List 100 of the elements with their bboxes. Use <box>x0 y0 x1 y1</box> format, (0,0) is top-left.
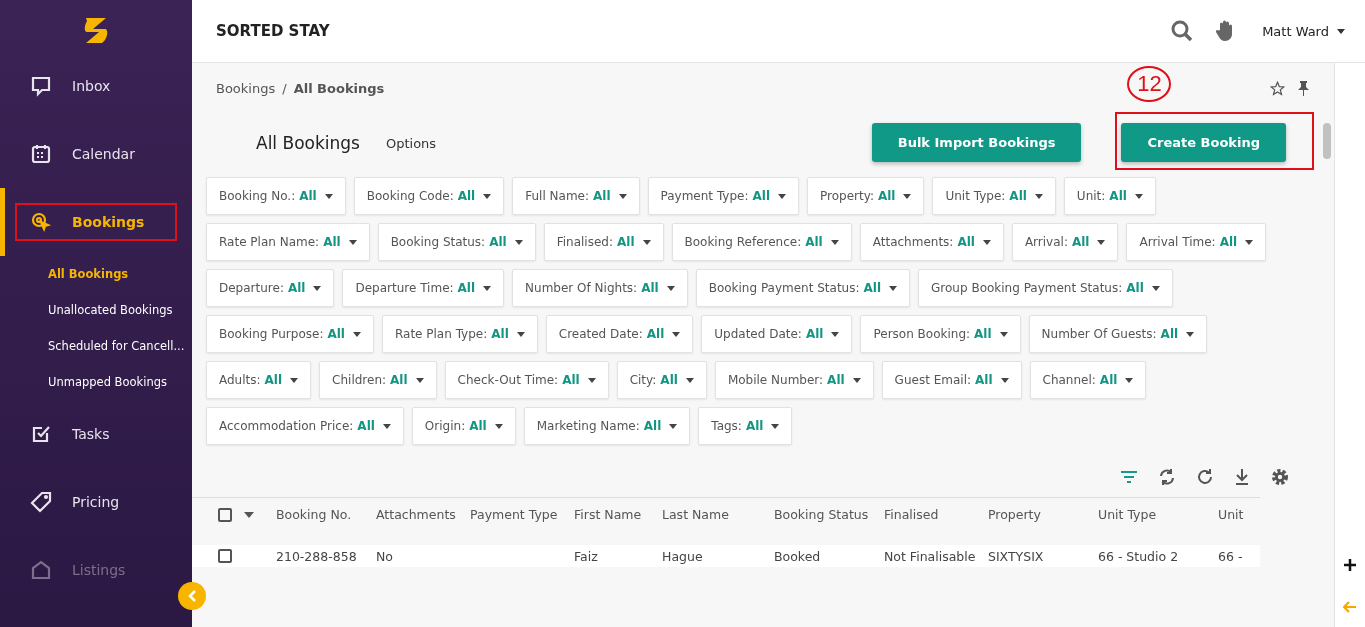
filter-dropdown[interactable]: Created Date: All <box>545 315 694 353</box>
nav-item[interactable]: Pricing <box>0 468 192 536</box>
filter-dropdown[interactable]: Booking Payment Status: All <box>695 269 911 307</box>
filter-dropdown[interactable]: Mobile Number: All <box>714 361 874 399</box>
filter-dropdown[interactable]: Unit: All <box>1063 177 1156 215</box>
column-header[interactable]: Unit Type <box>1098 507 1218 522</box>
caret-icon <box>516 331 525 337</box>
caret-icon <box>618 193 627 199</box>
action-button[interactable]: Bulk Import Bookings <box>871 123 1082 162</box>
filter-dropdown[interactable]: Payment Type: All <box>647 177 799 215</box>
filter-dropdown[interactable]: Person Booking: All <box>860 315 1021 353</box>
filter-dropdown[interactable]: Origin: All <box>411 407 516 445</box>
caret-icon <box>903 193 912 199</box>
filter-dropdown[interactable]: Booking No.: All <box>206 177 346 215</box>
filter-dropdown[interactable]: Booking Reference: All <box>671 223 852 261</box>
table-cell-text: Not Finalisable <box>884 548 977 564</box>
filter-dropdown[interactable]: Departure Time: All <box>342 269 505 307</box>
caret-icon <box>382 423 391 429</box>
caret-icon <box>313 285 322 291</box>
filter-dropdown[interactable]: Booking Purpose: All <box>206 315 374 353</box>
submenu-item[interactable]: All Bookings <box>0 256 192 292</box>
filter-dropdown[interactable]: Accommodation Price: All <box>206 407 404 445</box>
filter-icon[interactable] <box>1120 470 1138 484</box>
caret-icon <box>1097 239 1106 245</box>
table-cell-text: 66 - Studio 2 <box>1098 548 1180 564</box>
row-checkbox[interactable] <box>218 549 232 563</box>
caret-icon <box>771 423 780 429</box>
caret-icon <box>324 193 333 199</box>
column-header[interactable]: Finalised <box>884 507 988 522</box>
select-all-checkbox[interactable] <box>218 507 232 522</box>
logo-icon <box>83 16 109 44</box>
filter-dropdown[interactable]: Booking Status: All <box>377 223 536 261</box>
caret-icon <box>1245 239 1254 245</box>
filter-dropdown[interactable]: Guest Email: All <box>881 361 1022 399</box>
table-cell-text: No <box>376 548 394 564</box>
filter-dropdown[interactable]: Marketing Name: All <box>523 407 691 445</box>
caret-icon <box>494 423 503 429</box>
filter-dropdown[interactable]: Tags: All <box>698 407 793 445</box>
user-menu[interactable]: Matt Ward <box>1262 23 1345 39</box>
caret-icon <box>1151 285 1160 291</box>
column-header[interactable]: Property <box>988 507 1098 522</box>
column-header[interactable]: Last Name <box>662 507 774 522</box>
app-title: SORTED STAY <box>216 22 331 40</box>
filter-dropdown[interactable]: Rate Plan Type: All <box>381 315 538 353</box>
scrollbar-thumb[interactable] <box>1323 123 1331 159</box>
filter-dropdown[interactable]: Check-Out Time: All <box>444 361 609 399</box>
caret-icon[interactable] <box>244 511 254 518</box>
filter-dropdown[interactable]: Adults: All <box>206 361 312 399</box>
refresh-icon[interactable] <box>1196 468 1214 486</box>
swap-arrows-icon[interactable] <box>1158 468 1176 486</box>
caret-icon <box>514 239 523 245</box>
filter-dropdown[interactable]: Updated Date: All <box>701 315 853 353</box>
filter-dropdown[interactable]: Channel: All <box>1029 361 1147 399</box>
filter-dropdown[interactable]: Attachments: All <box>859 223 1004 261</box>
nav-item[interactable]: Calendar <box>0 120 192 188</box>
star-icon[interactable] <box>1270 80 1285 96</box>
caret-icon <box>290 377 299 383</box>
options-link[interactable]: Options <box>385 135 437 151</box>
caret-icon <box>1034 193 1043 199</box>
filter-dropdown[interactable]: City: All <box>616 361 707 399</box>
filter-dropdown[interactable]: Rate Plan Name: All <box>206 223 370 261</box>
filter-dropdown[interactable]: Departure: All <box>206 269 335 307</box>
column-header[interactable]: First Name <box>574 507 662 522</box>
action-button[interactable]: Create Booking <box>1121 123 1286 162</box>
nav-item[interactable]: Tasks <box>0 400 192 468</box>
table-cell-text: SIXTYSIX <box>988 548 1045 564</box>
filter-dropdown[interactable]: Group Booking Payment Status: All <box>918 269 1173 307</box>
column-header[interactable]: Unit <box>1218 507 1260 522</box>
filter-dropdown[interactable]: Number Of Guests: All <box>1028 315 1208 353</box>
filter-dropdown[interactable]: Booking Code: All <box>353 177 505 215</box>
pin-icon[interactable] <box>1297 80 1310 96</box>
caret-icon <box>483 285 492 291</box>
filter-dropdown[interactable]: Arrival: All <box>1011 223 1119 261</box>
settings-icon[interactable] <box>1270 467 1290 487</box>
submenu-item[interactable]: Unmapped Bookings <box>0 364 192 400</box>
hand-icon[interactable] <box>1216 20 1235 42</box>
filter-dropdown[interactable]: Property: All <box>807 177 925 215</box>
column-header[interactable]: Booking Status <box>774 507 884 522</box>
column-header[interactable]: Payment Type <box>470 507 574 522</box>
filter-dropdown[interactable]: Finalised: All <box>543 223 664 261</box>
filter-dropdown[interactable]: Number Of Nights: All <box>512 269 688 307</box>
plus-icon[interactable] <box>1344 559 1356 571</box>
nav-item[interactable]: Bookings <box>0 188 192 256</box>
breadcrumb-item[interactable]: Bookings <box>216 80 276 96</box>
filter-dropdown[interactable]: Arrival Time: All <box>1126 223 1267 261</box>
collapse-button[interactable] <box>178 582 206 610</box>
table-row[interactable]: 210-288-858 No Faiz Hague Booked Not Finalisable SIXTYSIX 66 - Studio 2 66 - <box>192 545 1260 567</box>
download-icon[interactable] <box>1234 468 1250 486</box>
filter-dropdown[interactable]: Children: All <box>319 361 437 399</box>
filter-dropdown[interactable]: Full Name: All <box>512 177 640 215</box>
caret-icon <box>889 285 898 291</box>
column-header[interactable]: Attachments <box>376 507 470 522</box>
nav-item[interactable]: Inbox <box>0 52 192 120</box>
caret-icon <box>778 193 786 199</box>
caret-icon <box>415 377 424 383</box>
search-icon[interactable] <box>1170 19 1195 43</box>
submenu-item[interactable]: Unallocated Bookings <box>0 292 192 328</box>
column-header[interactable]: Booking No. <box>276 507 376 522</box>
submenu-item[interactable]: Scheduled for Cancell... <box>0 328 192 364</box>
filter-dropdown[interactable]: Unit Type: All <box>932 177 1056 215</box>
